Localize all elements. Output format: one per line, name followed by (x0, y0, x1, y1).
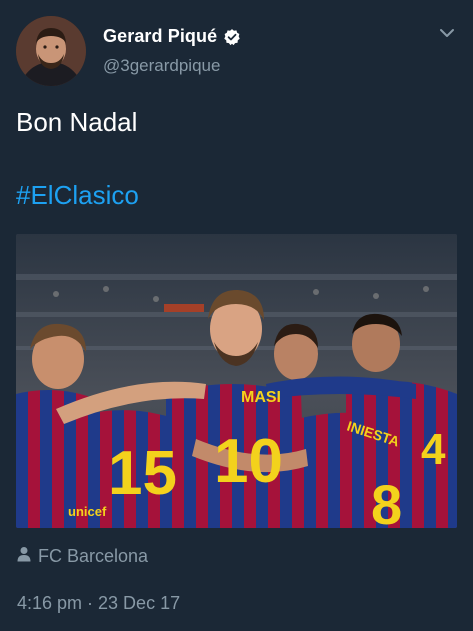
hashtag-link[interactable]: #ElClasico (16, 177, 139, 213)
display-name[interactable]: Gerard Piqué (103, 26, 217, 47)
chevron-down-icon[interactable] (438, 24, 456, 42)
jersey-number-15: 15 (108, 439, 177, 508)
location-label: FC Barcelona (38, 546, 149, 566)
person-icon (17, 546, 31, 567)
user-handle[interactable]: @3gerardpique (103, 56, 220, 76)
jersey-number-10: 10 (214, 427, 283, 496)
avatar-photo (16, 16, 86, 86)
tweet-photo[interactable]: 15 10 8 4 MASI INIESTA unicef (16, 234, 457, 528)
jersey-name: MASI (241, 389, 281, 406)
name-row: Gerard Piqué (103, 26, 241, 47)
tweet-header: Gerard Piqué @3gerardpique (16, 16, 456, 86)
verified-badge-icon (223, 28, 241, 46)
team-huddle-image: 15 10 8 4 MASI INIESTA unicef (16, 234, 457, 528)
jersey-number-4: 4 (421, 425, 446, 474)
avatar[interactable] (16, 16, 86, 86)
jersey-number-8: 8 (371, 473, 402, 528)
tweet-timestamp: 4:16 pm · 23 Dec 17 (17, 593, 181, 613)
tweet-text: Bon Nadal (16, 107, 138, 137)
location[interactable]: FC Barcelona (17, 546, 148, 567)
sponsor-logo: unicef (68, 504, 107, 519)
